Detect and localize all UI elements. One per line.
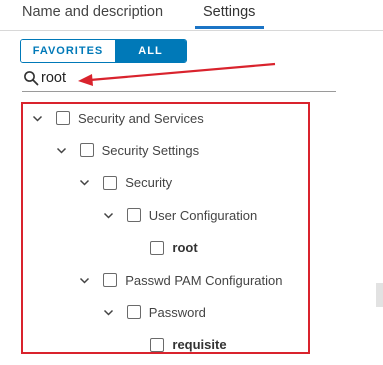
tree-node-label: User Configuration [148,207,258,223]
search-input[interactable]: root [22,67,336,92]
tree-node-checkbox[interactable] [103,273,118,287]
tree-node[interactable]: Security [79,173,172,193]
active-tab-indicator [195,26,264,29]
tree-node-checkbox[interactable] [126,305,141,320]
search-icon [24,71,39,86]
tree-node-checkbox[interactable] [79,143,94,158]
tree-node-label: Passwd PAM Configuration [125,272,283,288]
tree-node[interactable]: root [126,238,198,258]
tree-node[interactable]: User Configuration [103,205,257,225]
tree-node-label: root [172,240,198,256]
tree-node-label: Security Settings [101,142,200,158]
chevron-down-icon[interactable] [56,145,67,156]
chevron-down-icon[interactable] [103,307,114,318]
chevron-down-icon[interactable] [103,210,114,221]
filter-toggle: FAVORITES ALL [20,39,187,63]
search-value: root [41,70,66,86]
tree-node-label: Security and Services [78,110,204,126]
tab-settings[interactable]: Settings [203,4,255,20]
scrollbar-thumb[interactable] [376,283,383,307]
tree-node-checkbox[interactable] [150,240,165,255]
tree-node[interactable]: requisite [126,335,227,355]
tree-node[interactable]: Security Settings [56,140,200,160]
tree-node-label: requisite [172,337,227,353]
favorites-button[interactable]: FAVORITES [21,40,115,62]
all-button[interactable]: ALL [115,40,186,62]
tab-bar: Name and description Settings [0,0,383,31]
chevron-down-icon[interactable] [32,113,43,124]
tree-node[interactable]: Security and Services [32,108,204,128]
tree-node-label: Security [125,175,173,191]
tree-node-checkbox[interactable] [103,175,118,190]
tree-node-checkbox[interactable] [150,337,165,352]
chevron-down-icon[interactable] [79,275,90,286]
tree-node-label: Password [148,304,206,320]
tree-node-checkbox[interactable] [126,208,141,223]
tree-node[interactable]: Passwd PAM Configuration [79,270,282,290]
tab-name-and-description[interactable]: Name and description [22,4,163,20]
chevron-down-icon[interactable] [79,177,90,188]
tree-node[interactable]: Password [103,302,206,322]
tree-node-checkbox[interactable] [56,111,70,125]
